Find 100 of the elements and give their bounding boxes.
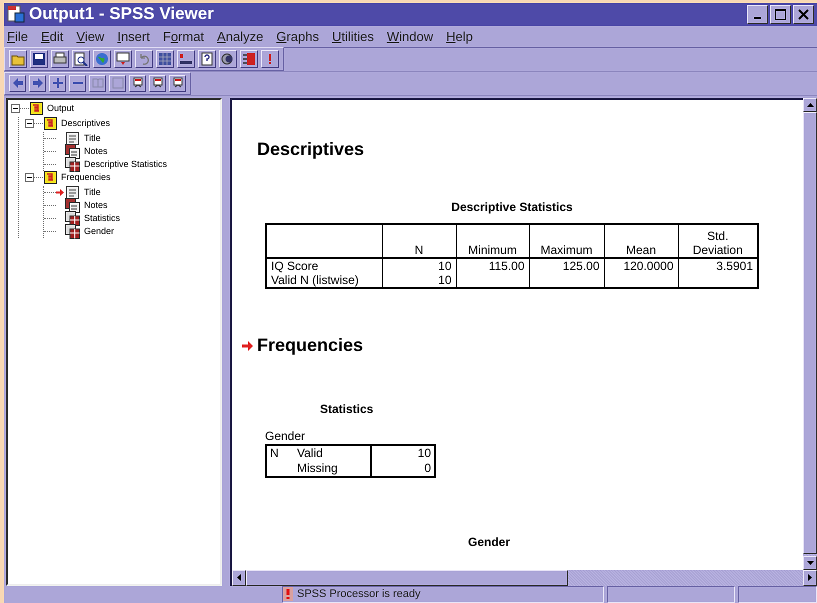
status-text: SPSS Processor is ready (297, 588, 420, 600)
table-icon (65, 156, 80, 172)
maximize-icon (775, 8, 786, 20)
table-title: Descriptive Statistics (450, 200, 574, 214)
folder-icon (44, 116, 57, 130)
outline-item[interactable]: Descriptives (61, 118, 110, 128)
page-icon (172, 77, 184, 90)
maximize-button[interactable] (770, 4, 791, 24)
grid-icon (158, 52, 172, 66)
toolbar-button[interactable] (135, 50, 153, 68)
down-arrow-icon (806, 560, 814, 565)
toolbar-button[interactable] (93, 50, 111, 68)
menu-item[interactable]: Edit (40, 28, 64, 44)
minimize-button[interactable] (747, 4, 768, 24)
column-header: Std. Deviation (692, 228, 744, 257)
minimize-icon (754, 16, 761, 19)
toolbar-button[interactable] (114, 50, 132, 68)
table-cell: 10 (438, 272, 452, 287)
collapse-toggle-icon[interactable] (25, 118, 34, 128)
column-header: Maximum (540, 242, 592, 257)
toolbar-button[interactable] (149, 74, 166, 92)
toolbar-button[interactable] (240, 50, 258, 68)
toolbar-button[interactable] (219, 50, 237, 68)
section-heading[interactable]: Frequencies (257, 335, 364, 356)
list-icon (242, 52, 256, 66)
toolbar-button[interactable] (129, 74, 146, 92)
variable-label: Gender (265, 428, 306, 443)
toolbar-button[interactable] (29, 74, 46, 92)
toolbar-button[interactable] (9, 74, 26, 92)
book-icon (92, 77, 104, 90)
section-heading[interactable]: Descriptives (257, 139, 364, 160)
plus-icon (52, 77, 64, 90)
horizontal-scrollbar[interactable] (230, 570, 817, 586)
row-label: Valid N (listwise) (271, 272, 359, 287)
table-title: Statistics (320, 402, 374, 416)
outline-item[interactable]: Output (47, 103, 74, 114)
outline-item[interactable]: Title (84, 187, 101, 198)
table-cell: 125.00 (562, 258, 600, 273)
menu-item[interactable]: Graphs (276, 28, 319, 44)
toolbar-button[interactable] (109, 74, 126, 92)
table-cell: 10 (438, 258, 452, 273)
menu-item[interactable]: File (7, 28, 28, 44)
collapse-toggle-icon[interactable] (25, 172, 34, 182)
menu-item[interactable]: Insert (117, 28, 150, 44)
menu-item[interactable]: View (76, 28, 104, 44)
menu-item[interactable]: Utilities (332, 28, 374, 44)
toolbar-button[interactable] (261, 50, 279, 68)
menu-item[interactable]: Window (386, 28, 434, 44)
page-icon (65, 130, 80, 146)
table-cell: 0 (424, 460, 431, 475)
right-arrow-icon (808, 574, 812, 582)
table-icon (65, 224, 80, 239)
left-arrow-icon (12, 77, 24, 90)
outline-item[interactable]: Statistics (84, 213, 120, 224)
window-icon (116, 52, 130, 66)
menu-item[interactable]: Help (446, 28, 473, 44)
left-arrow-icon (237, 574, 241, 582)
vertical-scrollbar[interactable] (803, 98, 817, 570)
magnifier-icon (74, 52, 88, 66)
toolbar-button[interactable] (156, 50, 174, 68)
toolbar-button[interactable] (30, 50, 48, 68)
toolbar-button[interactable] (198, 50, 216, 68)
circles-icon (221, 52, 235, 66)
row-group-label: N (270, 446, 279, 460)
outline-item[interactable]: Frequencies (61, 172, 111, 182)
toolbar-button[interactable] (72, 50, 90, 68)
square-icon (112, 77, 124, 90)
document-icon (7, 5, 25, 24)
toolbar-button[interactable] (51, 50, 69, 68)
toolbar-button[interactable] (69, 74, 86, 92)
collapse-toggle-icon[interactable] (11, 104, 20, 113)
outline-item[interactable]: Notes (84, 200, 108, 210)
page-icon (65, 184, 80, 200)
close-button[interactable] (793, 4, 814, 24)
globe-icon (95, 52, 109, 66)
outline-item[interactable]: Notes (84, 146, 108, 156)
chart-icon (179, 52, 193, 66)
page-icon (132, 77, 144, 90)
printer-icon (53, 52, 67, 66)
outline-item[interactable]: Descriptive Statistics (84, 159, 168, 170)
toolbar-button[interactable] (177, 50, 195, 68)
row-label: Valid (297, 446, 323, 460)
toolbar-button[interactable] (49, 74, 66, 92)
up-arrow-icon (806, 102, 814, 107)
menu-item[interactable]: Format (162, 28, 204, 44)
table-cell: 120.0000 (623, 258, 674, 273)
toolbar-button[interactable] (9, 50, 27, 68)
menu-item[interactable]: Analyze (217, 28, 264, 44)
outline-item[interactable]: Gender (84, 226, 114, 236)
outline-item[interactable]: Title (84, 133, 101, 144)
table-cell: 10 (418, 446, 431, 460)
save-icon (32, 52, 46, 66)
toolbar-button[interactable] (169, 74, 186, 92)
folder-icon (30, 102, 43, 115)
toolbar-button[interactable] (89, 74, 106, 92)
row-label: Missing (297, 460, 338, 475)
table-title: Gender (468, 534, 510, 549)
window-title: Output1 - SPSS Viewer (29, 4, 214, 24)
help-icon (200, 52, 214, 66)
column-header: Mean (626, 242, 656, 257)
